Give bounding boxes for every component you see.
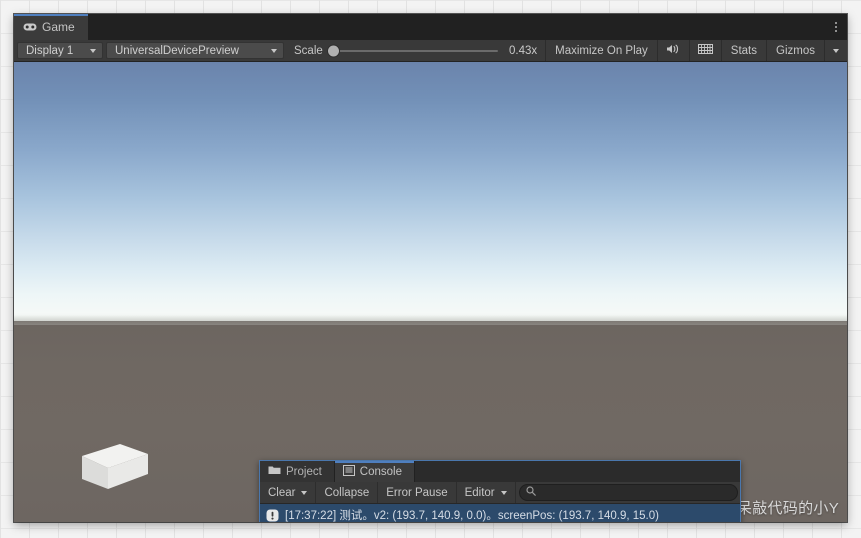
collapse-button[interactable]: Collapse	[316, 482, 379, 503]
mute-audio-button[interactable]	[656, 40, 689, 61]
chevron-down-icon	[90, 48, 96, 53]
clear-label: Clear	[268, 486, 296, 499]
white-cube-object[interactable]	[76, 434, 154, 496]
display-dropdown[interactable]: Display 1	[17, 42, 103, 59]
device-preview-dropdown[interactable]: UniversalDevicePreview	[106, 42, 284, 59]
gizmos-button[interactable]: Gizmos	[766, 40, 824, 61]
error-pause-button[interactable]: Error Pause	[378, 482, 457, 503]
page-backdrop: Game Display 1 UniversalDevicePreview Sc…	[0, 0, 861, 538]
maximize-on-play-label: Maximize On Play	[555, 44, 648, 57]
scale-slider-handle[interactable]	[327, 45, 339, 56]
console-tabstrip-empty-area	[415, 461, 740, 482]
chevron-down-icon	[271, 48, 277, 53]
console-icon	[342, 464, 355, 479]
scale-label: Scale	[294, 44, 323, 57]
console-log-list[interactable]: [17:37:22] 测试。v2: (193.7, 140.9, 0.0)。sc…	[260, 504, 740, 522]
gizmos-dropdown-button[interactable]	[824, 40, 847, 61]
game-window-tabstrip: Game	[14, 14, 847, 40]
tab-game[interactable]: Game	[14, 14, 89, 40]
console-tabstrip: Project Console	[260, 461, 740, 482]
error-icon	[266, 509, 279, 522]
tab-project[interactable]: Project	[260, 461, 335, 482]
console-log-text: [17:37:22] 测试。v2: (193.7, 140.9, 0.0)。sc…	[285, 510, 659, 522]
scale-slider-group[interactable]: Scale 0.43x	[284, 40, 545, 61]
chevron-down-icon[interactable]	[301, 490, 308, 495]
console-search-field[interactable]	[518, 484, 738, 501]
error-pause-label: Error Pause	[386, 486, 448, 499]
stats-label: Stats	[730, 44, 758, 57]
chevron-down-icon	[833, 48, 839, 53]
folder-icon	[268, 465, 281, 478]
tab-console[interactable]: Console	[334, 461, 415, 482]
game-toolbar: Display 1 UniversalDevicePreview Scale 0…	[14, 40, 847, 62]
tab-game-label: Game	[42, 20, 75, 34]
gamepad-icon	[23, 22, 37, 32]
scale-value: 0.43x	[508, 44, 538, 57]
grid-icon	[697, 43, 713, 58]
more-options-kebab-icon[interactable]	[825, 14, 847, 40]
search-icon	[526, 486, 536, 499]
console-log-entry[interactable]: [17:37:22] 测试。v2: (193.7, 140.9, 0.0)。sc…	[260, 504, 740, 522]
device-preview-label: UniversalDevicePreview	[115, 44, 239, 57]
gizmos-label: Gizmos	[776, 44, 815, 57]
sky-gradient	[14, 62, 847, 321]
console-toolbar: Clear Collapse Error Pause Editor	[260, 482, 740, 504]
clear-button[interactable]: Clear	[260, 482, 317, 503]
stats-grid-button[interactable]	[688, 40, 721, 61]
collapse-label: Collapse	[324, 486, 370, 499]
scale-slider[interactable]	[327, 45, 499, 56]
editor-label: Editor	[464, 486, 495, 499]
display-dropdown-label: Display 1	[26, 44, 74, 57]
console-panel: Project Console Clear Collapse Error Pau…	[259, 460, 741, 522]
stats-button[interactable]: Stats	[720, 40, 766, 61]
unity-game-window: Game Display 1 UniversalDevicePreview Sc…	[14, 14, 847, 522]
horizon-haze	[14, 315, 847, 325]
chevron-down-icon	[500, 490, 507, 495]
search-input[interactable]	[540, 486, 731, 499]
editor-dropdown[interactable]: Editor	[457, 482, 516, 503]
tab-console-label: Console	[359, 465, 402, 478]
maximize-on-play-button[interactable]: Maximize On Play	[545, 40, 657, 61]
tab-project-label: Project	[286, 465, 322, 478]
speaker-icon	[666, 43, 681, 58]
game-viewport[interactable]: CSDN @呆呆敲代码的小Y Project Console Clear Col…	[14, 62, 847, 522]
tabstrip-empty-area	[88, 14, 825, 40]
